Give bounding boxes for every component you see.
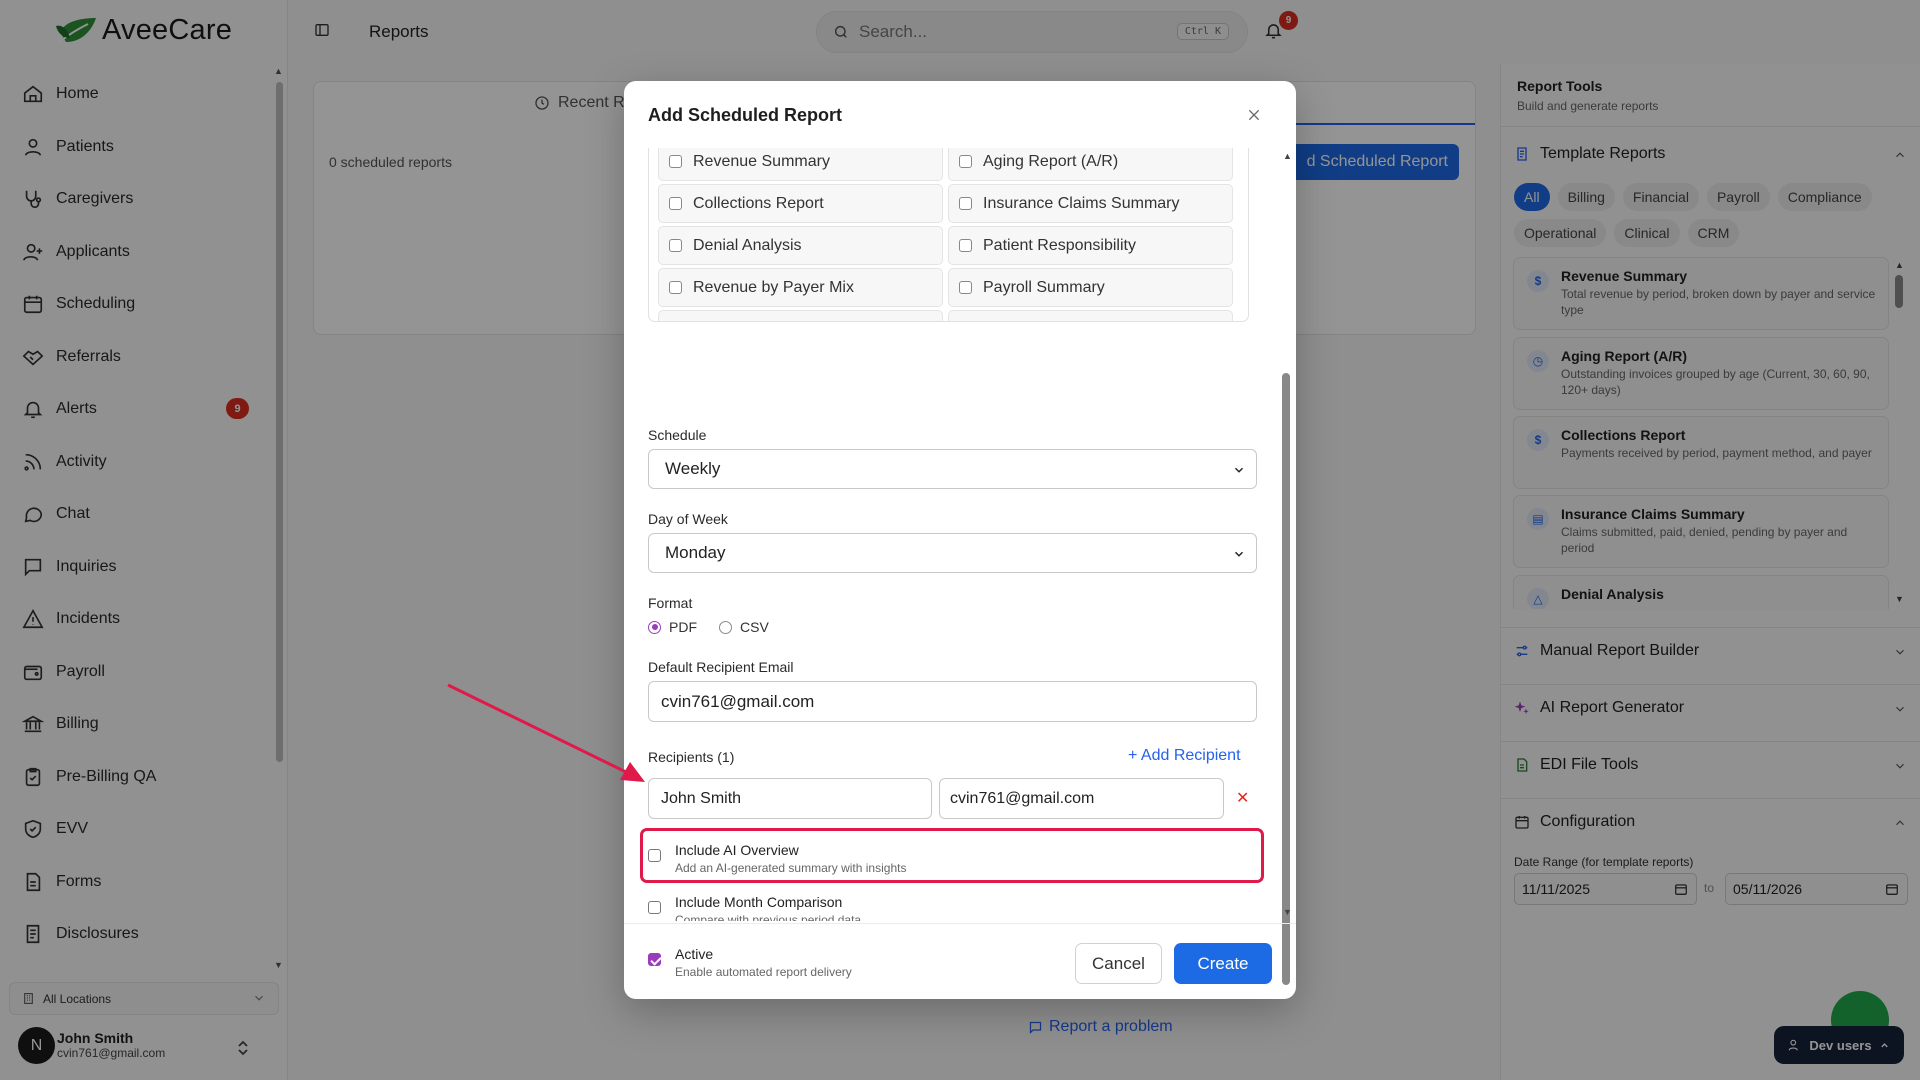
format-pdf-radio[interactable] [648,620,661,634]
report-type-option[interactable]: Patient Responsibility [948,226,1233,265]
option-desc: Add an AI-generated summary with insight… [675,861,907,875]
recipient-name-value: John Smith [661,789,742,807]
report-type-option[interactable]: Payroll Summary [948,268,1233,307]
option-label: Insurance Claims Summary [983,194,1180,212]
report-type-option[interactable] [948,310,1233,321]
format-radio-group: PDF CSV [648,619,769,635]
checkbox[interactable] [669,155,682,168]
chevron-down-icon [1234,551,1244,557]
include-month-comparison-option[interactable]: Include Month Comparison Compare with pr… [648,885,861,921]
recipient-email-row-input[interactable]: cvin761@gmail.com [939,778,1224,819]
day-of-week-select[interactable]: Monday [648,533,1257,573]
option-title: Include AI Overview [675,842,799,858]
option-desc: Compare with previous period data [675,913,862,921]
add-scheduled-report-dialog: Add Scheduled Report Revenue Summary Agi… [624,81,1296,999]
option-label: Payroll Summary [983,278,1105,296]
scroll-up-arrow-icon[interactable]: ▲ [1283,151,1292,161]
format-csv-radio[interactable] [719,620,732,634]
create-button[interactable]: Create [1174,943,1272,984]
recipient-email-row-value: cvin761@gmail.com [950,789,1095,807]
dialog-body: Revenue Summary Aging Report (A/R) Colle… [624,148,1296,921]
day-of-week-label: Day of Week [648,511,728,527]
option-label: Patient Responsibility [983,236,1136,254]
checkbox[interactable] [959,155,972,168]
checkbox[interactable] [669,281,682,294]
report-type-option[interactable]: Revenue Summary [658,148,943,181]
report-type-list: Revenue Summary Aging Report (A/R) Colle… [648,148,1249,322]
recipients-label: Recipients (1) [648,749,735,765]
option-label: Denial Analysis [693,236,802,254]
report-type-option[interactable]: Denial Analysis [658,226,943,265]
checkbox[interactable] [959,281,972,294]
schedule-value: Weekly [665,459,721,478]
schedule-label: Schedule [648,427,707,443]
option-label: Collections Report [693,194,824,212]
recipient-email-input[interactable]: cvin761@gmail.com [648,681,1257,722]
checkbox[interactable] [669,197,682,210]
close-icon[interactable] [1246,107,1262,123]
report-type-option[interactable]: Insurance Claims Summary [948,184,1233,223]
cancel-button[interactable]: Cancel [1075,943,1162,984]
report-type-option[interactable]: Collections Report [658,184,943,223]
option-label: Revenue by Payer Mix [693,278,854,296]
day-of-week-value: Monday [665,543,726,562]
include-ai-overview-checkbox[interactable] [648,849,661,862]
add-recipient-link[interactable]: + Add Recipient [1128,747,1241,765]
annotation-arrow-icon [447,683,645,782]
option-label: Aging Report (A/R) [983,152,1119,170]
chevron-down-icon [1234,467,1244,473]
checkbox[interactable] [959,239,972,252]
dialog-scrollbar[interactable] [1282,233,1290,993]
scroll-down-arrow-icon[interactable]: ▼ [1283,907,1292,917]
format-pdf-label: PDF [669,619,697,635]
dialog-title: Add Scheduled Report [648,105,843,125]
recipient-name-input[interactable]: John Smith [648,778,932,819]
report-type-option[interactable]: Aging Report (A/R) [948,148,1233,181]
schedule-select[interactable]: Weekly [648,449,1257,489]
recipient-email-label: Default Recipient Email [648,659,794,675]
include-month-comparison-checkbox[interactable] [648,901,661,914]
checkbox[interactable] [669,239,682,252]
format-csv-label: CSV [740,619,769,635]
report-type-option[interactable]: Revenue by Payer Mix [658,268,943,307]
format-label: Format [648,595,693,611]
include-ai-overview-option[interactable]: Include AI Overview Add an AI-generated … [648,833,906,875]
recipient-email-value: cvin761@gmail.com [661,691,815,711]
option-title: Include Month Comparison [675,894,843,910]
dialog-footer: Cancel Create [624,923,1296,999]
option-label: Revenue Summary [693,152,830,170]
checkbox[interactable] [959,197,972,210]
report-type-option[interactable] [658,310,943,321]
remove-recipient-icon[interactable]: ✕ [1236,788,1249,808]
